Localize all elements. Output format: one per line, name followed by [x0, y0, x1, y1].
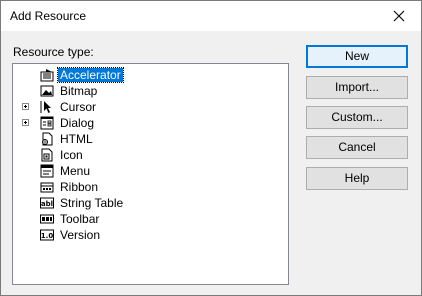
version-icon: 1.0	[40, 229, 54, 241]
icon-resource-icon	[41, 148, 53, 162]
cursor-icon	[40, 101, 51, 113]
close-button[interactable]	[377, 1, 421, 31]
tree-item-cursor[interactable]: Cursor	[13, 99, 283, 115]
svg-text:1.0: 1.0	[41, 232, 54, 240]
html-icon	[42, 132, 53, 146]
window-title: Add Resource	[10, 9, 87, 23]
tree-item-dialog[interactable]: Dialog	[13, 115, 283, 131]
tree-item-label: Accelerator	[57, 67, 124, 83]
tree-item-label: HTML	[60, 132, 93, 146]
string-table-icon: abl	[40, 197, 54, 209]
import-button[interactable]: Import...	[306, 76, 408, 99]
tree-item-string-table[interactable]: abl String Table	[13, 195, 283, 211]
tree-item-label: Bitmap	[60, 84, 98, 98]
tree-item-label: Ribbon	[60, 180, 99, 194]
tree-item-version[interactable]: 1.0 Version	[13, 227, 283, 243]
ribbon-icon	[40, 182, 54, 193]
expand-toggle[interactable]	[22, 119, 29, 126]
tree-item-label: Dialog	[60, 116, 95, 130]
dialog-icon	[40, 116, 54, 130]
tree-item-icon[interactable]: Icon	[13, 147, 283, 163]
bitmap-icon	[40, 85, 54, 97]
title-bar: Add Resource	[1, 1, 421, 31]
tree-item-label: Version	[60, 228, 101, 242]
accelerator-icon	[40, 69, 54, 82]
add-resource-dialog: Add Resource Resource type: Accelerator …	[0, 0, 422, 296]
close-icon	[393, 10, 405, 22]
expand-toggle[interactable]	[22, 103, 29, 110]
tree-item-ribbon[interactable]: Ribbon	[13, 179, 283, 195]
tree-item-label: String Table	[60, 196, 124, 210]
tree-item-label: Menu	[60, 164, 91, 178]
tree-item-bitmap[interactable]: Bitmap	[13, 83, 283, 99]
resource-type-label: Resource type:	[13, 45, 94, 59]
tree-item-label: Cursor	[60, 100, 97, 114]
resource-type-tree[interactable]: Accelerator Bitmap Cursor Dialog HTML Ic…	[12, 63, 289, 285]
cancel-button[interactable]: Cancel	[306, 136, 408, 159]
toolbar-icon	[40, 214, 54, 224]
new-button[interactable]: New	[306, 45, 408, 68]
tree-item-menu[interactable]: Menu	[13, 163, 283, 179]
custom-button[interactable]: Custom...	[306, 106, 408, 129]
menu-icon	[40, 164, 54, 178]
tree-item-label: Toolbar	[60, 212, 100, 226]
tree-item-label: Icon	[60, 148, 83, 162]
tree-item-accelerator[interactable]: Accelerator	[13, 67, 283, 83]
tree-item-html[interactable]: HTML	[13, 131, 283, 147]
help-button[interactable]: Help	[306, 167, 408, 190]
tree-item-toolbar[interactable]: Toolbar	[13, 211, 283, 227]
svg-text:abl: abl	[41, 200, 53, 208]
